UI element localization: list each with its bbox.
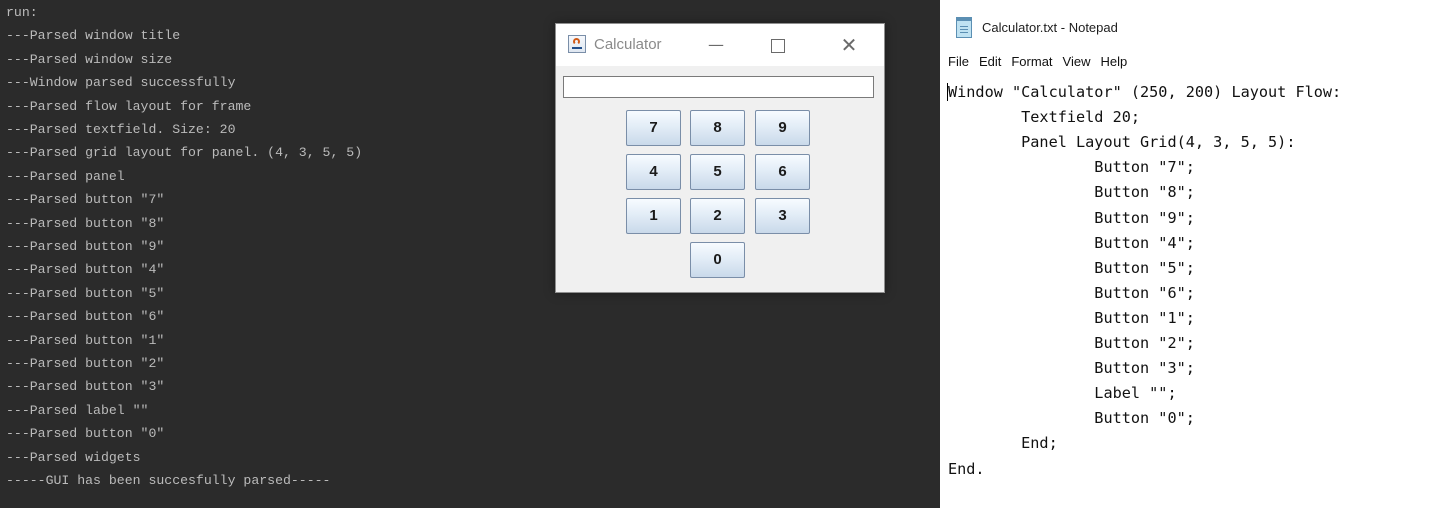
notepad-line: Button "7"; — [948, 158, 1195, 177]
notepad-window: Calculator.txt - Notepad File Edit Format V… — [940, 0, 1448, 508]
text-caret — [947, 83, 948, 101]
notepad-line: End; — [948, 434, 1058, 453]
notepad-line: Button "2"; — [948, 334, 1195, 352]
notepad-line: Button "6"; — [948, 283, 1195, 302]
calc-button-3[interactable]: 3 — [755, 198, 810, 234]
console-line: ---Parsed button "8" — [6, 215, 165, 231]
notepad-line: Button "0"; — [948, 409, 1195, 428]
calc-button-6[interactable]: 6 — [755, 154, 810, 190]
notepad-line: Button "9"; — [948, 208, 1195, 227]
console-line: ---Parsed panel — [6, 168, 125, 184]
console-line: ---Parsed button "9" — [6, 239, 165, 254]
console-line: ---Parsed window title — [6, 28, 181, 44]
menu-edit[interactable]: Edit — [979, 54, 1001, 69]
menu-format[interactable]: Format — [1011, 54, 1052, 69]
console-line: ---Parsed textfield. Size: 20 — [6, 122, 236, 137]
console-line: ---Parsed label "" — [6, 402, 149, 418]
console-line: ---Parsed button "2" — [6, 356, 165, 371]
notepad-line: Window "Calculator" (250, 200) Layout Fl… — [948, 83, 1342, 101]
console-line: ---Parsed button "4" — [6, 262, 165, 278]
console-line: run: — [6, 5, 38, 20]
menu-file[interactable]: File — [948, 54, 969, 69]
notepad-text-area[interactable]: Window "Calculator" (250, 200) Layout Fl… — [948, 80, 1443, 500]
console-line: ---Parsed button "3" — [6, 379, 165, 395]
console-line: -----GUI has been succesfully parsed----… — [6, 473, 331, 488]
calculator-title: Calculator — [594, 36, 662, 53]
console-line: ---Parsed button "0" — [6, 426, 165, 442]
calc-button-5[interactable]: 5 — [690, 154, 745, 190]
notepad-menubar: File Edit Format View Help — [948, 54, 1137, 69]
console-line: ---Parsed button "7" — [6, 192, 165, 208]
console-line: ---Window parsed successfully — [6, 75, 236, 91]
calc-button-9[interactable]: 9 — [755, 110, 810, 146]
calc-button-8[interactable]: 8 — [690, 110, 745, 146]
calculator-window: Calculator — ✕ 789 456 1230 — [555, 23, 885, 293]
notepad-line: Textfield 20; — [948, 108, 1141, 127]
notepad-icon — [956, 17, 972, 38]
calc-button-2[interactable]: 2 — [690, 198, 745, 234]
close-button[interactable]: ✕ — [826, 30, 872, 60]
notepad-line: Panel Layout Grid(4, 3, 5, 5): — [948, 133, 1296, 152]
java-icon — [568, 35, 586, 53]
console-line: ---Parsed flow layout for frame — [6, 98, 252, 114]
calc-button-7[interactable]: 7 — [626, 110, 681, 146]
calc-button-4[interactable]: 4 — [626, 154, 681, 190]
notepad-line: Button "8"; — [948, 183, 1195, 202]
calculator-titlebar[interactable]: Calculator — ✕ — [556, 24, 884, 66]
notepad-line: Button "5"; — [948, 258, 1195, 277]
notepad-line: Button "3"; — [948, 359, 1195, 378]
console-line: ---Parsed window size — [6, 51, 173, 67]
console-line: ---Parsed widgets — [6, 449, 141, 465]
calc-button-0[interactable]: 0 — [690, 242, 745, 278]
notepad-title: Calculator.txt - Notepad — [982, 20, 1118, 35]
menu-help[interactable]: Help — [1100, 54, 1127, 69]
notepad-line: Button "1"; — [948, 308, 1195, 327]
console-line: ---Parsed button "1" — [6, 332, 165, 348]
maximize-button[interactable] — [754, 30, 800, 60]
console-line: ---Parsed grid layout for panel. (4, 3, … — [6, 145, 363, 161]
display-textfield[interactable] — [563, 76, 874, 98]
notepad-line: End. — [948, 459, 985, 478]
console-line: ---Parsed button "5" — [6, 285, 165, 301]
calc-button-1[interactable]: 1 — [626, 198, 681, 234]
notepad-line: Label ""; — [948, 384, 1177, 403]
console-line: ---Parsed button "6" — [6, 309, 165, 325]
notepad-line: Button "4"; — [948, 233, 1195, 252]
menu-view[interactable]: View — [1063, 54, 1091, 69]
minimize-button[interactable]: — — [693, 30, 739, 60]
